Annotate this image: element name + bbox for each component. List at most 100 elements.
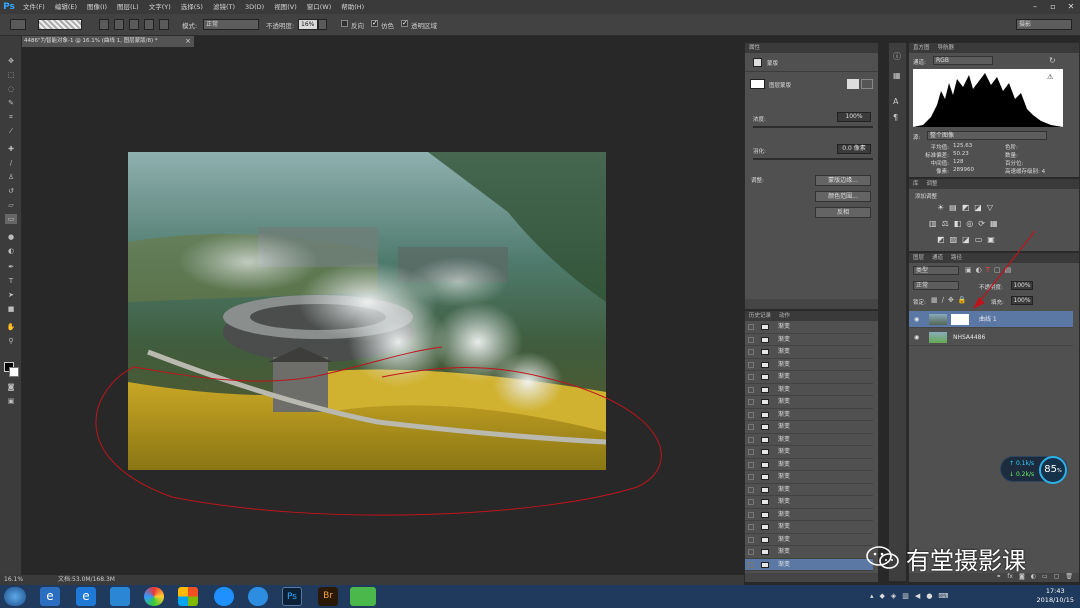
start-button-icon[interactable] <box>4 587 26 606</box>
tray-input-icon[interactable]: ⌨ <box>938 592 948 600</box>
dodge-tool-icon[interactable]: ◐ <box>5 246 17 256</box>
menu-item[interactable]: 选择(S) <box>176 0 208 14</box>
chrome-icon[interactable] <box>144 587 164 606</box>
layer-filter-select[interactable]: 类型 <box>913 266 959 275</box>
density-input[interactable]: 100% <box>837 112 871 122</box>
history-item[interactable]: 渐变 <box>745 459 873 471</box>
transparency-checkbox[interactable]: ✓ <box>401 19 408 27</box>
blend-mode-select[interactable]: 正常 <box>913 281 959 290</box>
history-state-checkbox[interactable] <box>748 336 754 343</box>
source-select[interactable]: 整个图像 <box>927 131 1047 140</box>
history-item[interactable]: 渐变 <box>745 471 873 484</box>
history-item[interactable]: 渐变 <box>745 509 873 521</box>
history-state-checkbox[interactable] <box>748 374 754 380</box>
history-state-checkbox[interactable] <box>748 461 754 468</box>
curves-layer-thumbnail[interactable] <box>929 314 947 325</box>
feather-input[interactable]: 0.0 像素 <box>837 144 871 154</box>
history-item[interactable]: 渐变 <box>745 421 873 434</box>
navigator-tab[interactable]: 导航器 <box>938 43 955 53</box>
character-icon[interactable]: A <box>893 97 898 106</box>
library-tab[interactable]: 库 <box>913 179 919 189</box>
mask-edge-button[interactable]: 蒙版边缘... <box>815 175 871 186</box>
tray-network-icon[interactable]: ▥ <box>902 592 909 600</box>
ie-browser-2-icon[interactable]: e <box>76 587 96 606</box>
vibrance-icon[interactable]: ▽ <box>987 203 993 212</box>
history-item[interactable]: 渐变 <box>745 434 873 446</box>
lock-transparent-icon[interactable]: ▦ <box>931 296 938 304</box>
layer-mask-thumbnail[interactable] <box>750 79 765 89</box>
browser-q-icon[interactable] <box>214 587 234 606</box>
mode-select[interactable]: 正常 <box>203 19 259 30</box>
path-select-tool-icon[interactable]: ➤ <box>5 290 17 300</box>
type-tool-icon[interactable]: T <box>5 276 17 286</box>
lock-all-icon[interactable]: 🔒 <box>958 296 967 304</box>
sogou-icon[interactable] <box>248 587 268 606</box>
history-item[interactable]: 渐变 <box>745 371 873 384</box>
adjustments-tab[interactable]: 调整 <box>927 179 938 189</box>
windows-app-icon[interactable] <box>178 587 198 606</box>
paragraph-icon[interactable]: ¶ <box>893 113 898 122</box>
image-layer-thumbnail[interactable] <box>929 332 947 343</box>
clone-stamp-tool-icon[interactable]: ♙ <box>5 172 17 182</box>
vector-mask-icon[interactable] <box>861 79 873 89</box>
paths-tab[interactable]: 路径 <box>951 253 962 263</box>
history-item[interactable]: 渐变 <box>745 534 873 546</box>
exposure-icon[interactable]: ◪ <box>974 203 982 212</box>
eyedropper-tool-icon[interactable]: ⁄ <box>5 126 17 136</box>
history-item[interactable]: 渐变 <box>745 409 873 421</box>
zoom-level[interactable]: 16.1% <box>4 575 23 585</box>
history-state-checkbox[interactable] <box>748 361 754 368</box>
tray-chat-icon[interactable]: ● <box>926 592 932 600</box>
layer-row[interactable]: ◉ 曲线 1 <box>909 311 1073 328</box>
histogram-tab[interactable]: 直方图 <box>913 43 930 53</box>
color-balance-icon[interactable]: ⚖ <box>942 219 949 228</box>
invert-icon[interactable]: ◩ <box>937 235 945 244</box>
history-state-checkbox[interactable] <box>748 536 754 543</box>
menu-item[interactable]: 帮助(H) <box>336 0 369 14</box>
history-tab[interactable]: 历史记录 <box>749 311 771 321</box>
new-adjustment-icon[interactable]: ◐ <box>1031 573 1036 582</box>
bridge-taskbar-icon[interactable]: Br <box>318 587 338 606</box>
wechat-taskbar-icon[interactable] <box>350 587 376 606</box>
visibility-eye-icon[interactable]: ◉ <box>914 329 919 346</box>
opacity-dropdown[interactable] <box>318 19 327 30</box>
menu-item[interactable]: 窗口(W) <box>302 0 337 14</box>
history-item[interactable]: 渐变 <box>745 546 873 559</box>
background-color-swatch[interactable] <box>9 367 19 377</box>
angle-gradient-icon[interactable] <box>129 19 139 30</box>
linear-gradient-icon[interactable] <box>99 19 109 30</box>
history-state-checkbox[interactable] <box>748 474 754 480</box>
history-item[interactable]: 渐变 <box>745 321 873 334</box>
channel-mixer-icon[interactable]: ⟳ <box>978 219 985 228</box>
layers-tab[interactable]: 图层 <box>913 253 924 263</box>
history-state-checkbox[interactable] <box>748 499 754 505</box>
minimize-button[interactable]: – <box>1026 0 1044 13</box>
levels-icon[interactable]: ▤ <box>949 203 957 212</box>
refresh-icon[interactable]: ↻ <box>1049 56 1056 65</box>
visibility-eye-icon[interactable]: ◉ <box>914 311 919 328</box>
menu-item[interactable]: 3D(D) <box>240 0 269 14</box>
feather-slider[interactable] <box>753 158 873 160</box>
history-state-checkbox[interactable] <box>748 486 754 493</box>
properties-tab[interactable]: 属性 <box>749 43 760 53</box>
screen-mode-icon[interactable]: ▣ <box>5 396 17 406</box>
tray-app-icon[interactable]: ◆ <box>880 592 885 600</box>
color-range-button[interactable]: 颜色范围... <box>815 191 871 202</box>
zoom-tool-icon[interactable]: ⚲ <box>5 336 17 346</box>
history-state-checkbox[interactable] <box>748 511 754 518</box>
menu-item[interactable]: 滤镜(T) <box>208 0 240 14</box>
history-item[interactable]: 渐变 <box>745 359 873 371</box>
ie-browser-icon[interactable]: e <box>40 587 60 606</box>
tray-expand-icon[interactable]: ▴ <box>870 592 874 600</box>
history-state-checkbox[interactable] <box>748 386 754 393</box>
dither-checkbox[interactable]: ✓ <box>371 19 378 27</box>
menu-item[interactable]: 视图(V) <box>269 0 302 14</box>
reflected-gradient-icon[interactable] <box>144 19 154 30</box>
lock-pixels-icon[interactable]: ∕ <box>942 296 944 304</box>
photoshop-taskbar-icon[interactable]: Ps <box>282 587 302 606</box>
layer-mask-thumbnail-small[interactable] <box>951 314 969 325</box>
tray-shield-icon[interactable]: ◈ <box>891 592 896 600</box>
healing-brush-tool-icon[interactable]: ✚ <box>5 144 17 154</box>
menu-item[interactable]: 图像(I) <box>82 0 112 14</box>
history-state-checkbox[interactable] <box>748 561 754 568</box>
